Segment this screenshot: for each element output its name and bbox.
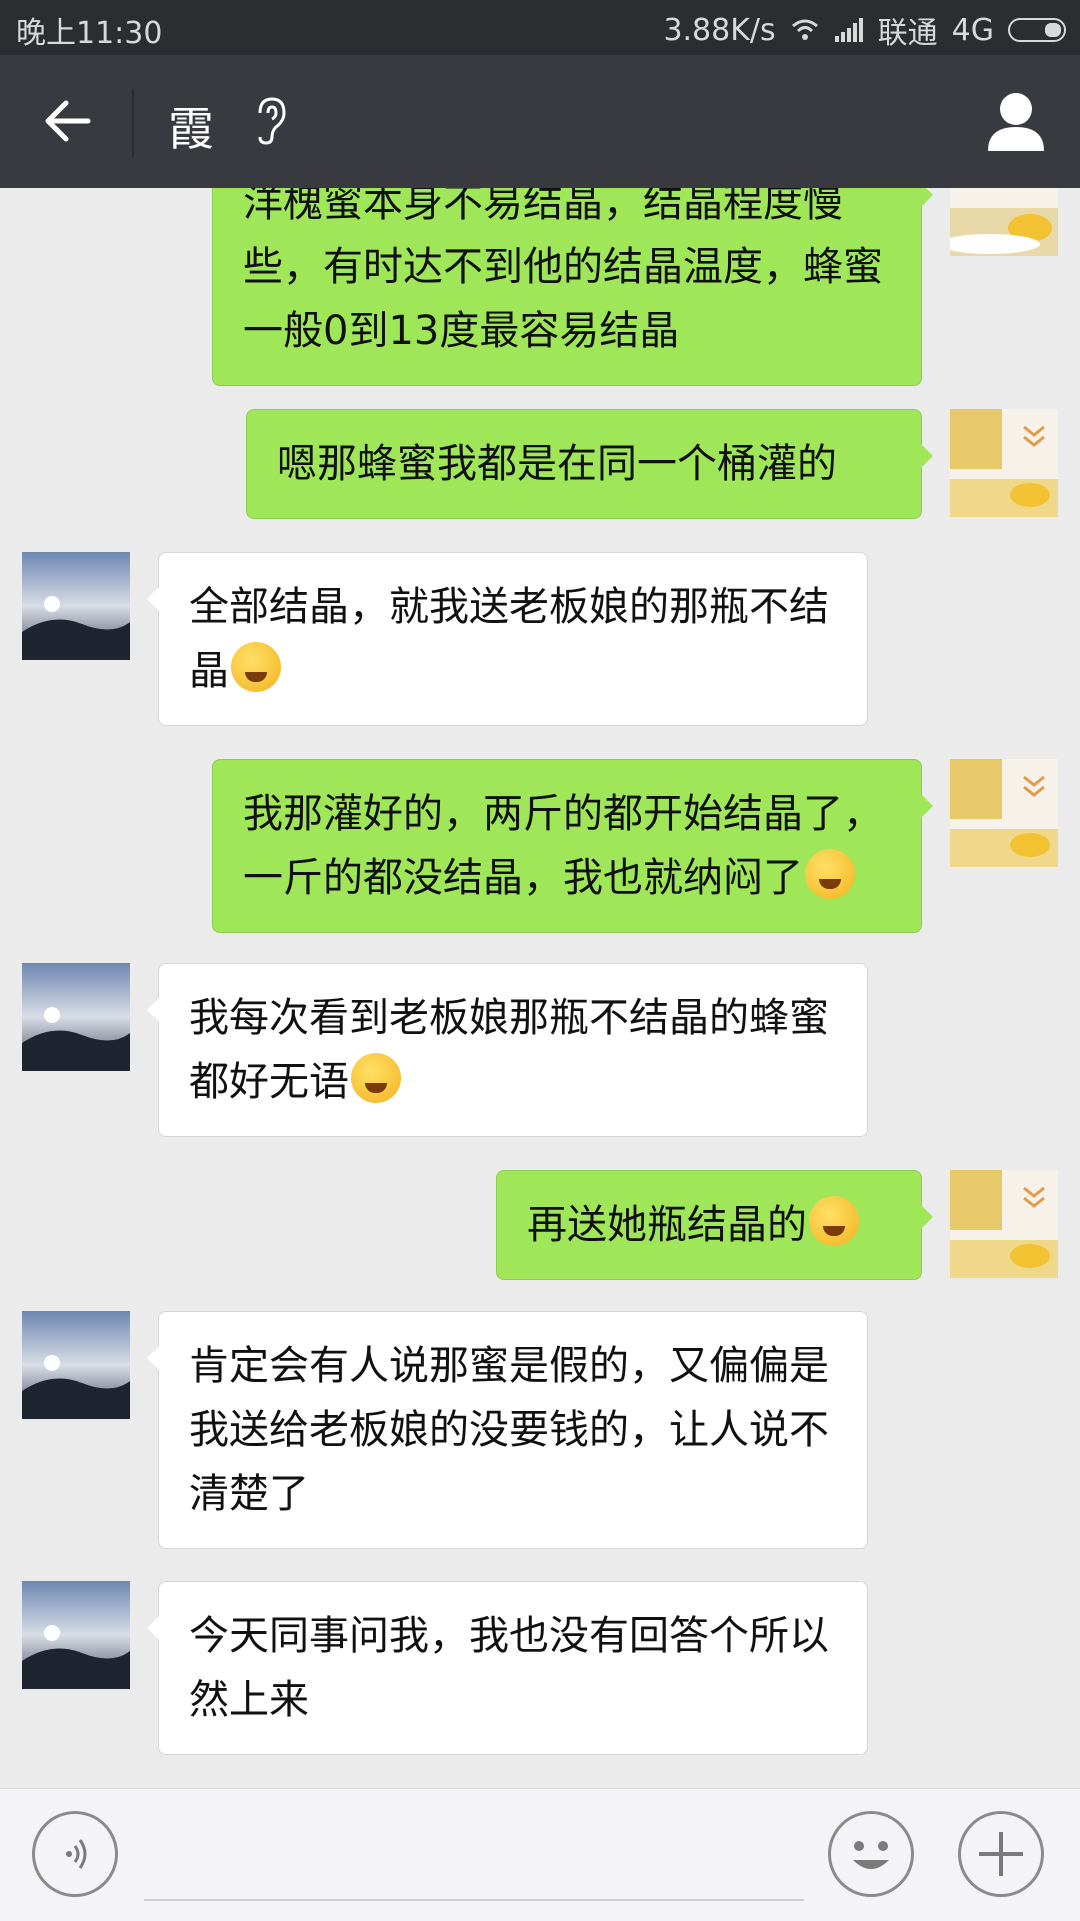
voice-icon [66,1839,87,1869]
plus-icon [979,1832,1023,1876]
message-text: 嗯那蜂蜜我都是在同一个桶灌的 [277,441,837,487]
laugh-cry-emoji-icon [231,642,281,692]
message-bubble-me[interactable]: 嗯那蜂蜜我都是在同一个桶灌的 [246,409,933,519]
voice-button[interactable] [32,1811,118,1897]
sunset-avatar-icon [22,1311,130,1419]
honey-jar-avatar-icon [950,759,1058,867]
message-text: 洋槐蜜本身不易结晶，结晶程度慢些，有时达不到他的结晶温度，蜂蜜一般0到13度最容… [243,188,883,354]
message-bubble-contact[interactable]: 全部结晶，就我送老板娘的那瓶不结晶 [147,552,868,726]
ear-icon [258,97,286,145]
message-bubble-contact[interactable]: 肯定会有人说那蜜是假的，又偏偏是我送给老板娘的没要钱的，让人说不清楚了 [147,1311,868,1549]
contact-avatar[interactable] [22,552,130,660]
back-arrow-icon[interactable] [40,93,96,149]
message-list[interactable]: 洋槐蜜本身不易结晶，结晶程度慢些，有时达不到他的结晶温度，蜂蜜一般0到13度最容… [0,188,1080,1788]
honey-jar-avatar-icon [950,188,1058,256]
carrier-name: 联通 [877,16,938,51]
input-bar [0,1788,1080,1921]
message-bubble-contact[interactable]: 我每次看到老板娘那瓶不结晶的蜂蜜都好无语 [147,963,868,1137]
contact-avatar[interactable] [22,963,130,1071]
message-bubble-contact[interactable]: 今天同事问我，我也没有回答个所以然上来 [147,1581,868,1755]
message-text: 我每次看到老板娘那瓶不结晶的蜂蜜都好无语 [189,995,829,1105]
net-speed: 3.88K/s [663,12,776,48]
chat-header: 霞 [0,55,1080,188]
message-bubble-me[interactable]: 我那灌好的，两斤的都开始结晶了，一斤的都没结晶，我也就纳闷了 [212,759,933,933]
status-right: 3.88K/s 联通 4G [663,8,1066,52]
grin-emoji-icon [809,1196,859,1246]
sunset-avatar-icon [22,552,130,660]
my-avatar[interactable] [950,188,1058,256]
honey-jar-avatar-icon [950,1170,1058,1278]
sunset-avatar-icon [22,1581,130,1689]
wifi-icon [791,19,818,40]
honey-jar-avatar-icon [950,409,1058,517]
my-avatar[interactable] [950,759,1058,867]
person-icon[interactable] [986,89,1046,153]
message-text: 我那灌好的，两斤的都开始结晶了，一斤的都没结晶，我也就纳闷了 [243,791,883,901]
signal-icon [834,18,863,42]
my-avatar[interactable] [950,409,1058,517]
my-avatar[interactable] [950,1170,1058,1278]
message-bubble-me[interactable]: 再送她瓶结晶的 [496,1170,933,1280]
message-text: 全部结晶，就我送老板娘的那瓶不结晶 [189,584,829,694]
smiley-icon [853,1841,889,1869]
sweat-emoji-icon [351,1053,401,1103]
chat-title: 霞 [168,102,214,156]
message-bubble-me[interactable]: 洋槐蜜本身不易结晶，结晶程度慢些，有时达不到他的结晶温度，蜂蜜一般0到13度最容… [212,188,933,386]
message-text: 肯定会有人说那蜜是假的，又偏偏是我送给老板娘的没要钱的，让人说不清楚了 [189,1343,829,1517]
laugh-cry-emoji-icon [805,849,855,899]
plus-button[interactable] [958,1811,1044,1897]
message-text: 今天同事问我，我也没有回答个所以然上来 [189,1613,829,1723]
sunset-avatar-icon [22,963,130,1071]
header-divider [132,89,134,157]
network-type: 4G [951,12,994,48]
contact-avatar[interactable] [22,1581,130,1689]
message-input[interactable] [144,1899,804,1901]
contact-avatar[interactable] [22,1311,130,1419]
message-text: 再送她瓶结晶的 [527,1202,807,1248]
status-time: 晚上11:30 [16,16,163,51]
battery-icon [1008,18,1066,42]
status-bar: 晚上11:30 3.88K/s 联通 4G [0,0,1080,55]
emoji-button[interactable] [828,1811,914,1897]
